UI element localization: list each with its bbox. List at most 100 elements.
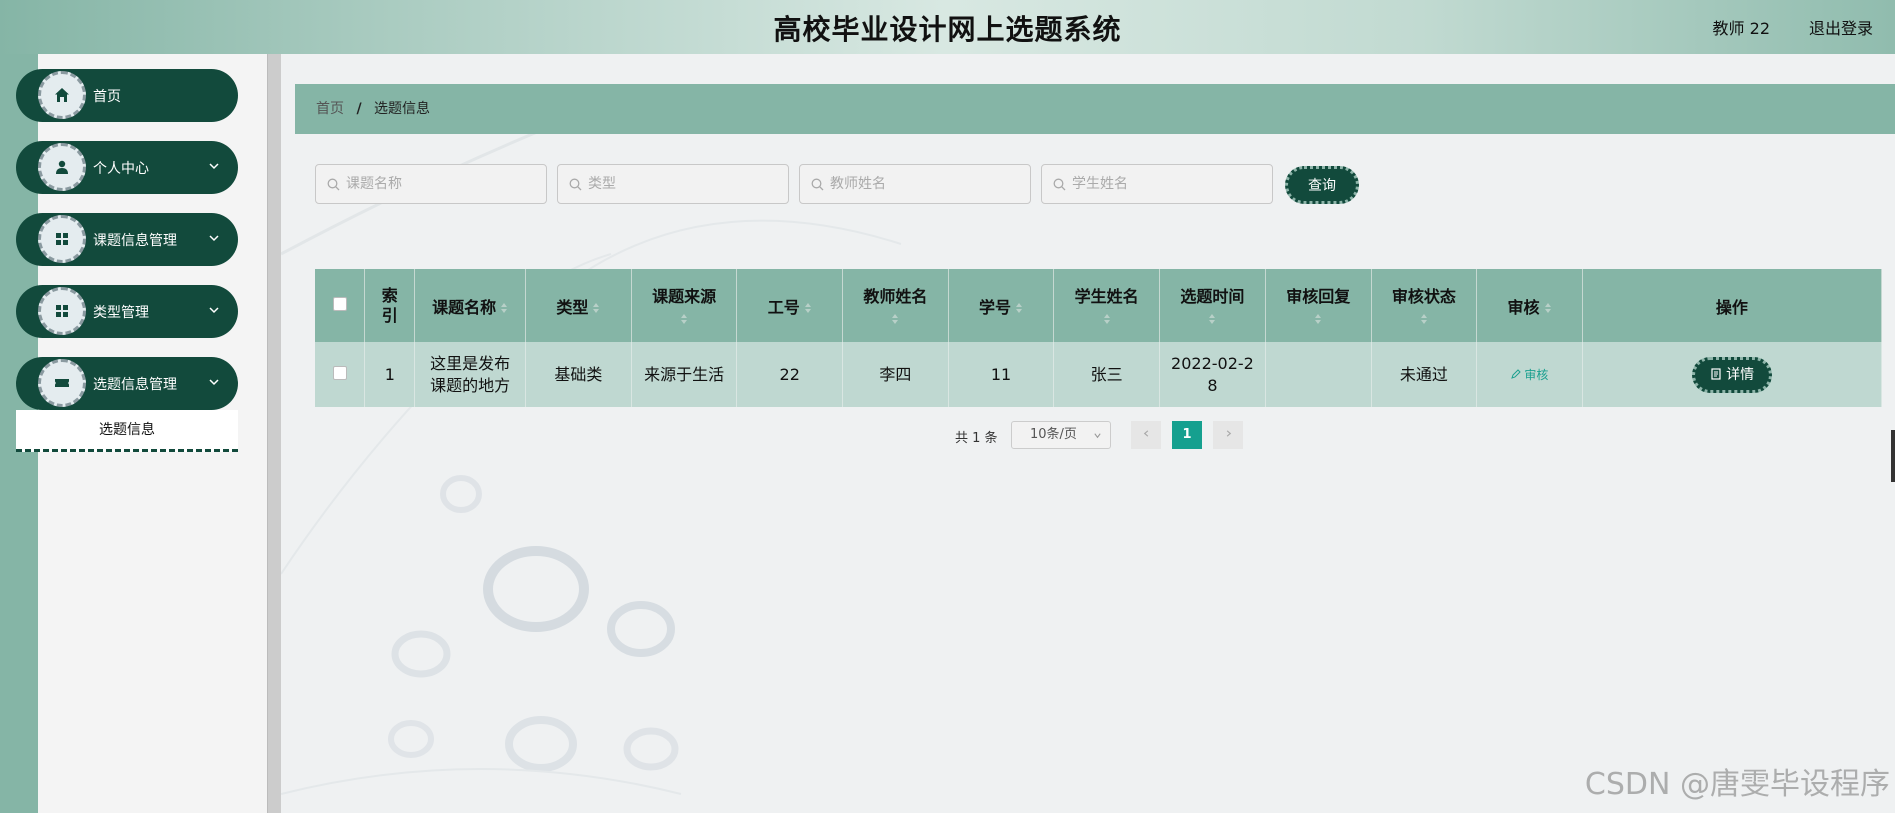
chevron-left-icon (1143, 430, 1148, 437)
breadcrumb-home[interactable]: 首页 (316, 101, 344, 117)
sort-icon (501, 303, 508, 313)
cell-status: 未通过 (1371, 342, 1478, 407)
sidebar-divider (267, 54, 281, 813)
edit-icon (1510, 369, 1521, 379)
row-checkbox[interactable] (332, 365, 347, 380)
sidebar-item-label: 首页 (93, 89, 121, 105)
table-row: 1 这里是发布课题的地方 基础类 来源于生活 22 李四 11 张三 2022-… (315, 342, 1883, 407)
column-header-index: 索引 (364, 269, 416, 342)
column-header-student[interactable]: 学生姓名 (1053, 269, 1160, 342)
ticket-icon (38, 359, 86, 407)
chevron-right-icon (1226, 430, 1231, 437)
selection-table: 索引 课题名称 类型 课题来源 工号 教师姓名 学号 学生姓名 选题时间 审核回… (315, 269, 1883, 407)
student-name-search[interactable] (1041, 164, 1273, 204)
sidebar-item-profile[interactable]: 个人中心 (16, 141, 238, 194)
breadcrumb-current: 选题信息 (374, 101, 431, 117)
cell-source: 来源于生活 (631, 342, 738, 407)
logout-link[interactable]: 退出登录 (1809, 15, 1873, 39)
search-icon (327, 178, 340, 191)
sort-icon (1420, 313, 1427, 324)
cell-topic: 这里是发布课题的地方 (430, 353, 511, 395)
sort-icon (681, 313, 688, 324)
app-title: 高校毕业设计网上选题系统 (773, 13, 1122, 46)
grid-icon (38, 287, 86, 335)
column-header-status[interactable]: 审核状态 (1371, 269, 1478, 342)
cell-time: 2022-02-28 (1171, 353, 1254, 395)
sort-icon (892, 313, 899, 324)
student-name-input[interactable] (1072, 165, 1268, 203)
column-header-student-no[interactable]: 学号 (948, 269, 1055, 342)
submenu-item-selection-info[interactable]: 选题信息 (16, 410, 238, 452)
search-icon (811, 178, 824, 191)
column-header-source[interactable]: 课题来源 (631, 269, 738, 342)
next-page-button[interactable] (1213, 421, 1243, 449)
cell-student-no: 11 (948, 342, 1055, 407)
cell-reply (1265, 342, 1372, 407)
cell-index: 1 (364, 342, 416, 407)
sort-icon (593, 303, 600, 313)
header-bar: 高校毕业设计网上选题系统 教师 22 退出登录 (0, 0, 1895, 54)
prev-page-button[interactable] (1131, 421, 1161, 449)
right-edge-tab[interactable] (1891, 430, 1895, 482)
breadcrumb: 首页 / 选题信息 (295, 84, 1895, 134)
detail-label: 详情 (1726, 366, 1755, 383)
chevron-down-icon (209, 379, 219, 386)
search-icon (569, 178, 582, 191)
main-content: 首页 / 选题信息 查询 索引 课题名称 类型 课题来源 (281, 54, 1895, 813)
audit-link[interactable]: 审核 (1510, 368, 1549, 382)
column-header-audit[interactable]: 审核 (1476, 269, 1583, 342)
teacher-name-search[interactable] (799, 164, 1031, 204)
sort-icon (1103, 313, 1110, 324)
column-header-teacher[interactable]: 教师姓名 (842, 269, 949, 342)
column-header-type[interactable]: 类型 (525, 269, 632, 342)
page-size-select[interactable]: 10条/页 (1011, 421, 1111, 449)
column-header-time[interactable]: 选题时间 (1159, 269, 1266, 342)
cell-teacher: 李四 (842, 342, 949, 407)
teacher-name-input[interactable] (830, 165, 1026, 203)
column-header-topic[interactable]: 课题名称 (414, 269, 527, 342)
topic-name-search[interactable] (315, 164, 547, 204)
home-icon (38, 71, 86, 119)
sidebar-item-label: 选题信息管理 (93, 377, 177, 393)
sort-icon (1544, 303, 1551, 313)
topic-name-input[interactable] (346, 165, 542, 203)
detail-button[interactable]: 详情 (1691, 356, 1772, 393)
type-search[interactable] (557, 164, 789, 204)
select-all-checkbox[interactable] (332, 297, 347, 311)
page-number-button[interactable]: 1 (1172, 421, 1202, 449)
type-input[interactable] (588, 165, 784, 203)
sidebar-item-home[interactable]: 首页 (16, 69, 238, 122)
row-select-cell (315, 342, 366, 407)
sort-icon (1209, 313, 1216, 324)
sort-icon (804, 303, 811, 313)
select-all-header (315, 269, 366, 342)
watermark: CSDN @唐雯毕设程序 (1584, 767, 1890, 802)
document-icon (1711, 367, 1721, 380)
cell-job-no: 22 (736, 342, 844, 407)
cell-type: 基础类 (525, 342, 632, 407)
chevron-down-icon (1094, 433, 1101, 439)
query-button[interactable]: 查询 (1285, 166, 1359, 204)
sidebar-item-label: 类型管理 (93, 305, 149, 321)
column-header-job-no[interactable]: 工号 (736, 269, 844, 342)
grid-icon (38, 215, 86, 263)
column-header-reply[interactable]: 审核回复 (1265, 269, 1372, 342)
column-header-actions: 操作 (1582, 269, 1883, 342)
cell-student: 张三 (1053, 342, 1160, 407)
chevron-down-icon (209, 235, 219, 242)
page-size-value: 10条/页 (1030, 427, 1077, 442)
sidebar-item-type-management[interactable]: 类型管理 (16, 285, 238, 338)
sidebar-item-label: 课题信息管理 (93, 233, 177, 249)
chevron-down-icon (209, 163, 219, 170)
sort-icon (1016, 303, 1023, 313)
sidebar-item-topic-management[interactable]: 课题信息管理 (16, 213, 238, 266)
search-icon (1053, 178, 1066, 191)
chevron-down-icon (209, 307, 219, 314)
current-user: 教师 22 (1712, 19, 1770, 38)
sidebar-item-selection-management[interactable]: 选题信息管理 (16, 357, 238, 410)
pagination-total: 共 1 条 (955, 431, 998, 446)
sidebar-item-label: 个人中心 (93, 161, 149, 177)
audit-label: 审核 (1524, 368, 1549, 382)
sort-icon (1315, 313, 1322, 324)
user-icon (38, 143, 86, 191)
